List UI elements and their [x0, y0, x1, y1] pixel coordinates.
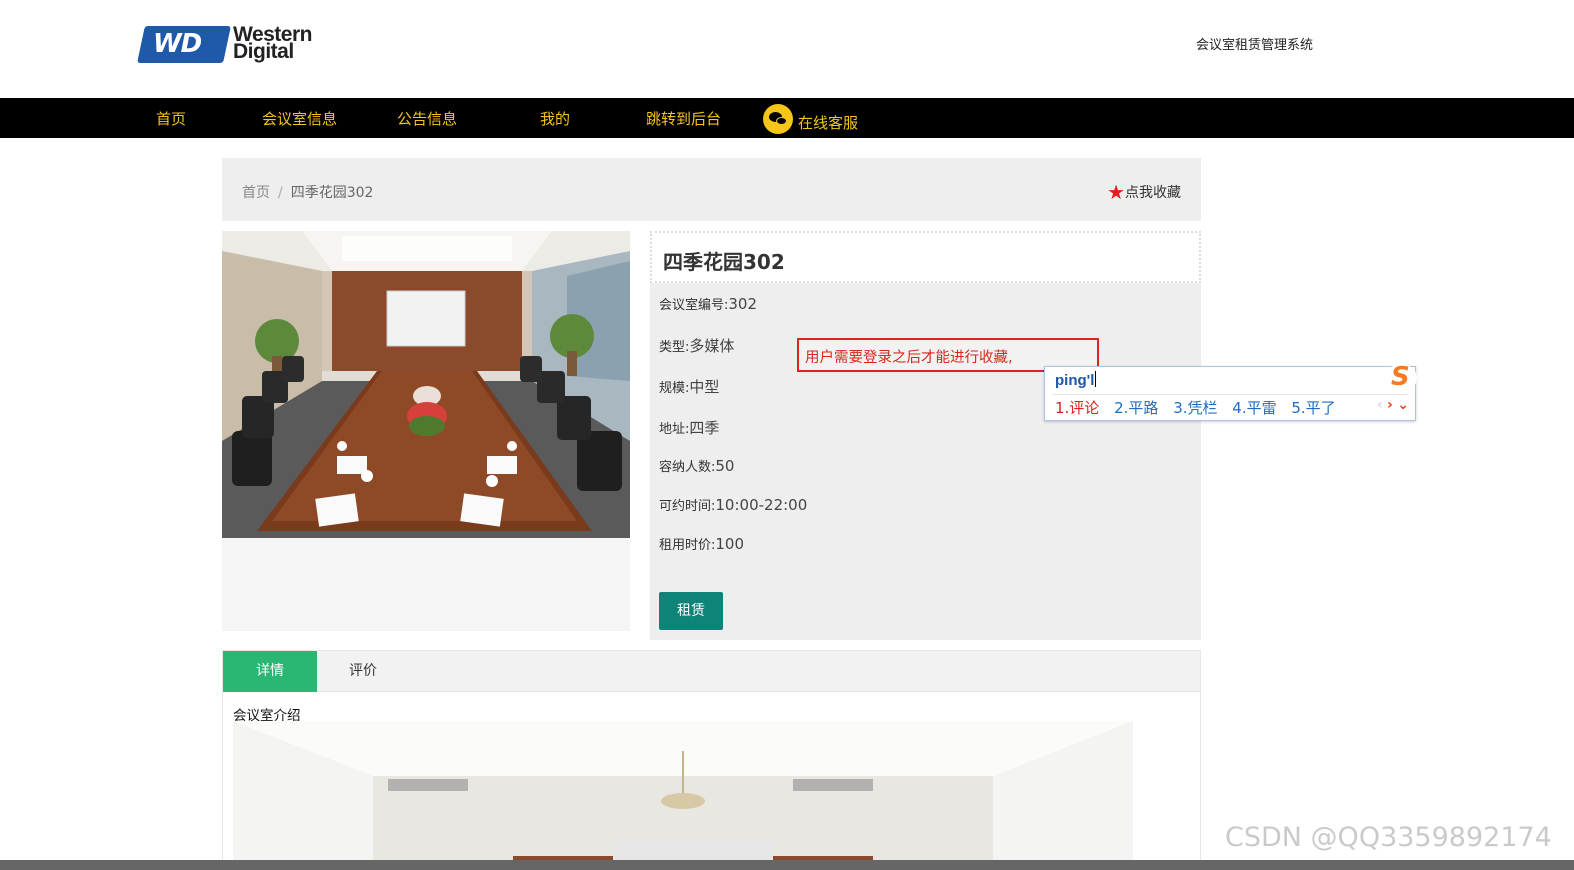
logo-wordmark: Western Digital	[233, 24, 312, 62]
nav-online-service[interactable]: 在线客服	[798, 112, 858, 133]
field-label: 容纳人数:	[659, 460, 716, 475]
rent-button[interactable]: 租赁	[659, 592, 723, 630]
field-value: 中型	[689, 378, 720, 396]
nav-room-info[interactable]: 会议室信息	[262, 108, 337, 129]
toast-message: 用户需要登录之后才能进行收藏,	[805, 350, 1013, 366]
ime-candidates: 1.评论 2.平路 3.凭栏 4.平雷 5.平了	[1055, 397, 1346, 418]
field-label: 可约时间:	[659, 499, 716, 514]
favorite-label: 点我收藏	[1125, 185, 1181, 201]
breadcrumb-separator: /	[278, 185, 283, 201]
nav-announcements[interactable]: 公告信息	[397, 108, 457, 129]
field-value: 10:00-22:00	[715, 496, 808, 514]
field-value: 50	[715, 457, 735, 475]
ime-candidate[interactable]: 3.凭栏	[1173, 399, 1217, 417]
field-value: 100	[715, 535, 745, 553]
breadcrumb: 首页 / 四季花园302	[242, 182, 373, 202]
wechat-icon[interactable]	[763, 104, 793, 134]
field-capacity: 容纳人数:50	[659, 456, 734, 475]
csdn-watermark: CSDN @QQ3359892174	[1225, 822, 1552, 853]
nav-admin[interactable]: 跳转到后台	[646, 108, 721, 129]
tabs-header: 详情 评价	[223, 651, 1200, 692]
detail-tabs: 详情 评价 会议室介绍	[222, 650, 1201, 870]
breadcrumb-current: 四季花园302	[290, 185, 374, 201]
field-value: 四季	[689, 419, 720, 437]
conference-room-wide-illustration	[233, 721, 1133, 870]
sogou-ime-logo-icon: S	[1385, 362, 1417, 392]
field-label: 规模:	[659, 381, 690, 396]
field-room-number: 会议室编号:302	[659, 294, 757, 313]
ime-pinyin: ping'l	[1055, 372, 1095, 389]
field-value: 302	[728, 295, 758, 313]
field-label: 地址:	[659, 422, 690, 437]
nav-home[interactable]: 首页	[156, 108, 186, 129]
favorite-button[interactable]: ★点我收藏	[1107, 180, 1181, 204]
field-available-time: 可约时间:10:00-22:00	[659, 495, 807, 514]
tab-reviews[interactable]: 评价	[317, 651, 409, 692]
room-title-box: 四季花园302	[650, 231, 1201, 283]
chevron-left-icon[interactable]: ‹	[1377, 397, 1383, 413]
system-title: 会议室租赁管理系统	[1196, 38, 1314, 53]
ime-divider	[1053, 394, 1408, 395]
room-info-panel: 四季花园302 会议室编号:302 类型:多媒体 规模:中型 地址:四季 容纳人…	[650, 231, 1201, 640]
ime-candidate-window[interactable]: ping'l 1.评论 2.平路 3.凭栏 4.平雷 5.平了 ‹ › ⌄ S	[1044, 362, 1417, 421]
breadcrumb-bar: 首页 / 四季花园302 ★点我收藏	[222, 158, 1201, 221]
conference-room-illustration	[222, 231, 630, 538]
room-image-panel	[222, 231, 630, 631]
room-title: 四季花园302	[663, 250, 785, 274]
ime-candidate[interactable]: 4.平雷	[1232, 399, 1276, 417]
nav-mine[interactable]: 我的	[540, 108, 570, 129]
ime-page-controls: ‹ › ⌄	[1377, 397, 1409, 413]
field-scale: 规模:中型	[659, 376, 719, 397]
breadcrumb-home[interactable]: 首页	[242, 185, 270, 201]
ime-composition: ping'l	[1055, 371, 1097, 389]
field-label: 租用时价:	[659, 538, 716, 553]
wechat-bubble-small	[776, 117, 787, 125]
star-icon: ★	[1107, 180, 1125, 204]
text-caret	[1095, 371, 1097, 387]
chevron-down-icon[interactable]: ⌄	[1397, 397, 1409, 413]
room-intro-photo	[233, 721, 1133, 870]
wd-logo-letters: WD	[153, 29, 202, 59]
chevron-right-icon[interactable]: ›	[1387, 397, 1393, 413]
field-type: 类型:多媒体	[659, 335, 734, 356]
field-label: 类型:	[659, 340, 690, 355]
field-address: 地址:四季	[659, 417, 719, 438]
room-photo	[222, 231, 630, 538]
field-value: 多媒体	[689, 337, 735, 355]
western-digital-logo[interactable]: WD Western Digital	[137, 24, 331, 64]
field-hourly-price: 租用时价:100	[659, 534, 744, 553]
ime-candidate[interactable]: 5.平了	[1291, 399, 1335, 417]
field-label: 会议室编号:	[659, 298, 729, 313]
ime-candidate[interactable]: 1.评论	[1055, 399, 1099, 417]
ime-candidate[interactable]: 2.平路	[1114, 399, 1158, 417]
tab-details[interactable]: 详情	[223, 651, 317, 692]
bottom-scroll-bar	[0, 860, 1574, 870]
